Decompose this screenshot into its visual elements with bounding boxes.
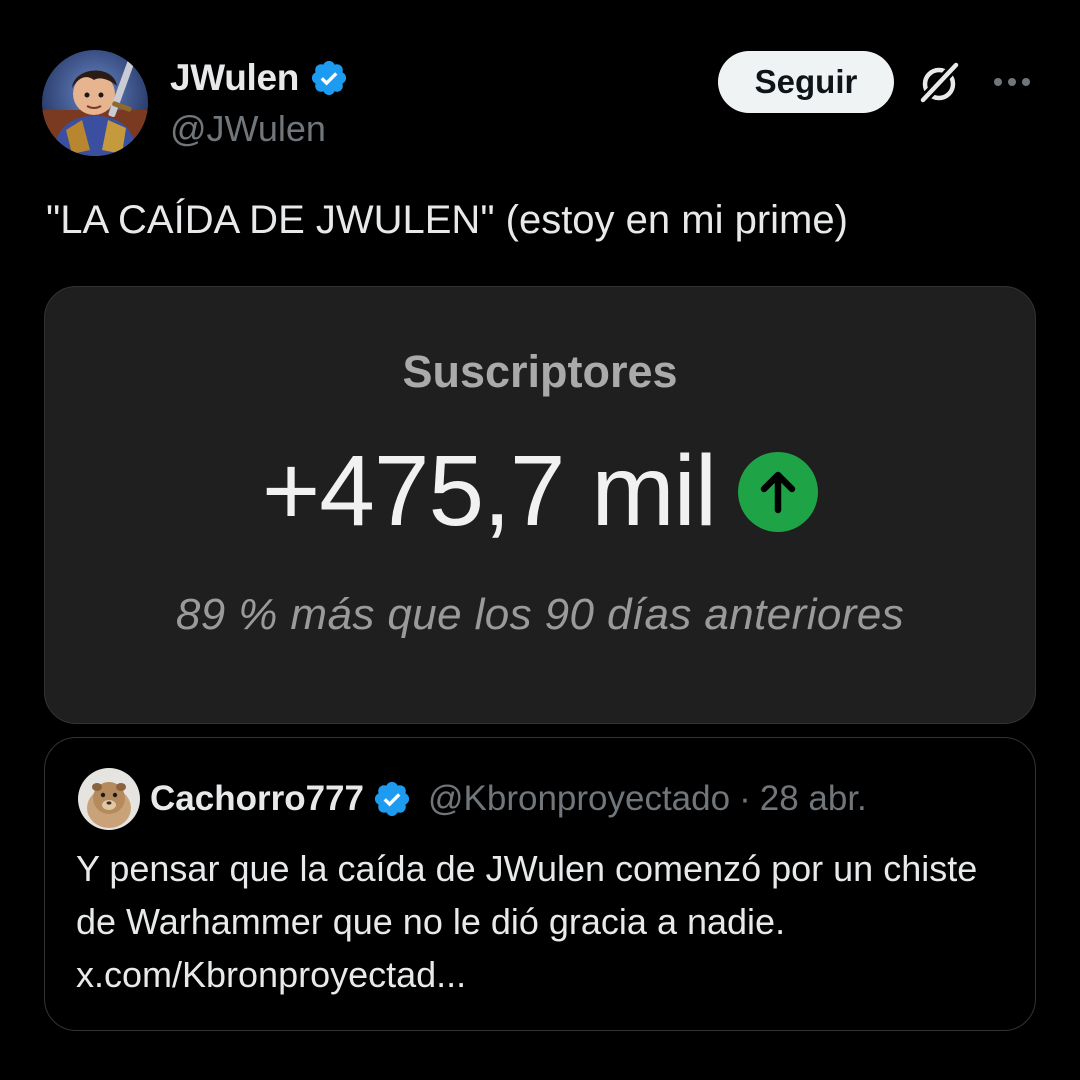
quoted-post-text: Y pensar que la caída de JWulen comenzó …	[76, 848, 978, 995]
author-avatar[interactable]	[42, 50, 148, 156]
media-value-row: +475,7 mil	[0, 436, 1080, 546]
media-subscribers-label: Suscriptores	[402, 346, 678, 397]
quoted-verified-badge-icon[interactable]	[372, 779, 412, 819]
quoted-author-name[interactable]: Cachorro777	[150, 779, 364, 819]
media-subscribers-value: +475,7 mil	[261, 435, 717, 547]
quoted-post-header: Cachorro777 @Kbronproyectado · 28 abr.	[150, 776, 867, 822]
author-name-row[interactable]: JWulen	[170, 56, 349, 100]
author-handle[interactable]: @JWulen	[170, 108, 326, 150]
quoted-author-avatar[interactable]	[78, 768, 140, 830]
author-name[interactable]: JWulen	[170, 57, 299, 99]
follow-button[interactable]: Seguir	[718, 51, 894, 113]
verified-badge-icon[interactable]	[309, 58, 349, 98]
author-avatar-image	[42, 50, 148, 156]
quoted-post-date[interactable]: 28 abr.	[760, 779, 867, 819]
quoted-author-handle[interactable]: @Kbronproyectado	[428, 779, 730, 819]
grok-icon[interactable]	[914, 56, 966, 108]
media-comparison-text: 89 % más que los 90 días anteriores	[175, 590, 905, 639]
more-options-icon[interactable]	[990, 70, 1034, 94]
post-text: "LA CAÍDA DE JWULEN" (estoy en mi prime)	[46, 198, 848, 242]
quoted-author-avatar-image	[78, 768, 140, 830]
quoted-header-separator: ·	[739, 779, 751, 818]
arrow-up-circle-icon	[738, 452, 819, 532]
